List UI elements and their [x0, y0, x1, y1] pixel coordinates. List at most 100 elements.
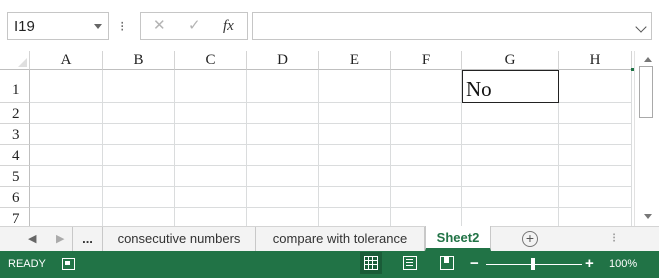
tab-compare-with-tolerance[interactable]: compare with tolerance — [256, 227, 425, 251]
cell-d7[interactable] — [247, 208, 319, 226]
cell-b5[interactable] — [103, 166, 175, 187]
cell-a5[interactable] — [30, 166, 103, 187]
scrollbar-thumb[interactable] — [639, 66, 653, 118]
vertical-scrollbar[interactable] — [634, 51, 659, 226]
tab-scroll-left-icon[interactable]: ◀ — [28, 232, 36, 245]
macro-recording-icon[interactable] — [62, 258, 75, 270]
cell-h3[interactable] — [559, 124, 632, 145]
cell-g3[interactable] — [462, 124, 559, 145]
zoom-slider-thumb[interactable] — [531, 258, 535, 270]
cell-a6[interactable] — [30, 187, 103, 208]
zoom-out-icon[interactable]: − — [470, 255, 479, 272]
cell-h7[interactable] — [559, 208, 632, 226]
tab-scroll-right-icon[interactable]: ▶ — [56, 232, 64, 245]
cell-c5[interactable] — [175, 166, 247, 187]
cell-f6[interactable] — [391, 187, 462, 208]
cell-h2[interactable] — [559, 103, 632, 124]
normal-view-icon[interactable] — [364, 256, 378, 270]
cell-g5[interactable] — [462, 166, 559, 187]
zoom-in-icon[interactable]: + — [585, 255, 594, 272]
column-header-g[interactable]: G — [462, 51, 559, 70]
cell-d2[interactable] — [247, 103, 319, 124]
cell-f7[interactable] — [391, 208, 462, 226]
cell-e6[interactable] — [319, 187, 391, 208]
row-header-1[interactable]: 1 — [0, 70, 30, 103]
cell-g7[interactable] — [462, 208, 559, 226]
column-header-a[interactable]: A — [30, 51, 103, 70]
cell-b2[interactable] — [103, 103, 175, 124]
cell-b7[interactable] — [103, 208, 175, 226]
column-header-d[interactable]: D — [247, 51, 319, 70]
row-header-2[interactable]: 2 — [0, 103, 30, 124]
add-sheet-icon[interactable]: + — [522, 231, 538, 247]
cell-c6[interactable] — [175, 187, 247, 208]
cell-f3[interactable] — [391, 124, 462, 145]
scroll-down-icon[interactable] — [644, 214, 652, 219]
expand-formula-bar-icon[interactable] — [635, 21, 647, 33]
insert-function-icon[interactable]: fx — [223, 17, 234, 35]
cell-f2[interactable] — [391, 103, 462, 124]
name-box-value[interactable]: I19 — [14, 18, 35, 35]
tab-consecutive-numbers[interactable]: consecutive numbers — [103, 227, 256, 251]
page-layout-view-icon[interactable] — [403, 256, 417, 270]
cell-h1[interactable] — [559, 70, 632, 103]
cell-a4[interactable] — [30, 145, 103, 166]
column-header-f[interactable]: F — [391, 51, 462, 70]
cell-d6[interactable] — [247, 187, 319, 208]
scroll-up-icon[interactable] — [644, 57, 652, 62]
zoom-percent[interactable]: 100% — [609, 258, 637, 270]
cell-e5[interactable] — [319, 166, 391, 187]
row-header-6[interactable]: 6 — [0, 187, 30, 208]
cell-a1[interactable] — [30, 70, 103, 103]
cell-f1[interactable] — [391, 70, 462, 103]
cell-c1[interactable] — [175, 70, 247, 103]
cell-b4[interactable] — [103, 145, 175, 166]
formula-bar-grip-icon[interactable]: ⁝ — [120, 14, 124, 38]
formula-input[interactable] — [252, 12, 652, 40]
tab-overflow[interactable]: ... — [72, 227, 103, 251]
cell-g2[interactable] — [462, 103, 559, 124]
cell-b6[interactable] — [103, 187, 175, 208]
tab-bar-grip-icon[interactable]: ⁝ — [612, 230, 616, 246]
cell-a7[interactable] — [30, 208, 103, 226]
cell-b1[interactable] — [103, 70, 175, 103]
enter-check-icon[interactable]: ✓ — [188, 17, 201, 35]
cell-f4[interactable] — [391, 145, 462, 166]
cell-e7[interactable] — [319, 208, 391, 226]
cell-d5[interactable] — [247, 166, 319, 187]
cell-c2[interactable] — [175, 103, 247, 124]
cell-d4[interactable] — [247, 145, 319, 166]
cell-d1[interactable] — [247, 70, 319, 103]
cell-h4[interactable] — [559, 145, 632, 166]
cell-g4[interactable] — [462, 145, 559, 166]
column-header-h[interactable]: H — [559, 51, 632, 70]
row-header-4[interactable]: 4 — [0, 145, 30, 166]
cell-c3[interactable] — [175, 124, 247, 145]
name-box[interactable]: I19 — [7, 12, 109, 40]
cell-c7[interactable] — [175, 208, 247, 226]
cell-h5[interactable] — [559, 166, 632, 187]
cell-a3[interactable] — [30, 124, 103, 145]
row-header-7[interactable]: 7 — [0, 208, 30, 226]
cancel-icon[interactable]: ✕ — [153, 17, 166, 35]
column-header-b[interactable]: B — [103, 51, 175, 70]
column-header-c[interactable]: C — [175, 51, 247, 70]
row-header-5[interactable]: 5 — [0, 166, 30, 187]
select-all-corner[interactable] — [0, 51, 30, 70]
cell-e3[interactable] — [319, 124, 391, 145]
column-header-e[interactable]: E — [319, 51, 391, 70]
name-box-dropdown-icon[interactable] — [94, 24, 102, 29]
cell-e4[interactable] — [319, 145, 391, 166]
cell-d3[interactable] — [247, 124, 319, 145]
worksheet-grid[interactable]: A B C D E F G H 1 2 3 4 5 6 7 No — [0, 51, 633, 226]
cell-b3[interactable] — [103, 124, 175, 145]
tab-sheet2[interactable]: Sheet2 — [425, 226, 491, 251]
cell-c4[interactable] — [175, 145, 247, 166]
row-header-3[interactable]: 3 — [0, 124, 30, 145]
cell-e1[interactable] — [319, 70, 391, 103]
cell-h6[interactable] — [559, 187, 632, 208]
cell-a2[interactable] — [30, 103, 103, 124]
page-break-preview-icon[interactable] — [440, 256, 454, 270]
cell-g6[interactable] — [462, 187, 559, 208]
cell-g1[interactable]: No — [462, 70, 559, 103]
